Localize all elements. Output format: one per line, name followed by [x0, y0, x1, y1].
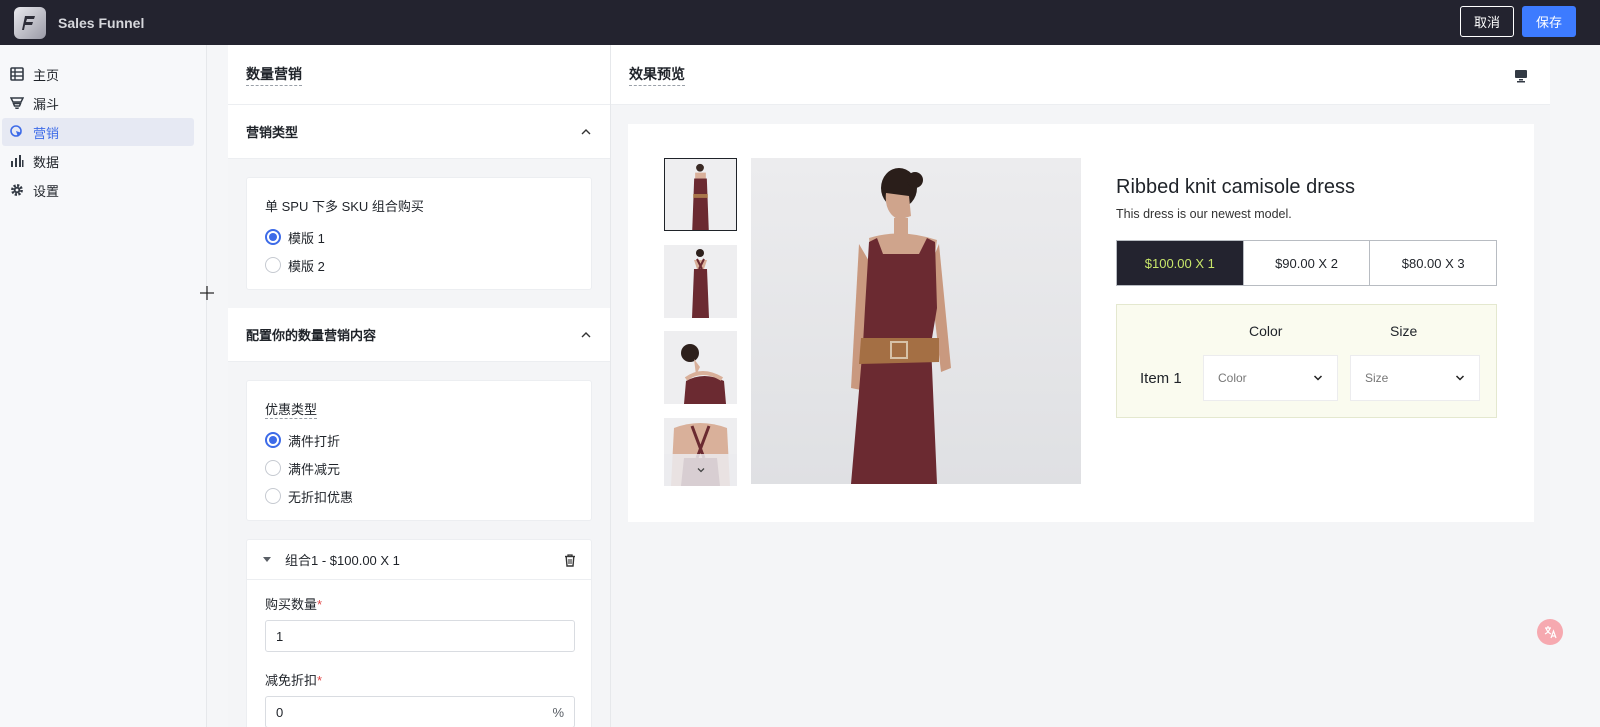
bar-chart-icon [10, 154, 24, 168]
product-thumbnail[interactable] [664, 331, 737, 404]
combo-body: 购买数量* 1 减免折扣* 0% [247, 580, 591, 727]
radio-checked-icon[interactable] [265, 229, 281, 245]
desktop-monitor-icon[interactable] [1514, 69, 1528, 83]
color-select[interactable]: Color [1203, 355, 1338, 401]
chevron-up-icon[interactable] [580, 329, 592, 341]
top-bar: Sales Funnel 取消 保存 [0, 0, 1600, 45]
product-thumbnail[interactable] [664, 245, 737, 318]
sidebar-item-home[interactable]: 主页 [2, 60, 194, 88]
quantity-options: $100.00 X 1 $90.00 X 2 $80.00 X 3 [1116, 240, 1497, 286]
discount-label: 减免折扣* [265, 673, 323, 688]
radio-label: 模版 2 [288, 258, 325, 274]
funnel-icon [10, 96, 24, 110]
item-label: Item 1 [1140, 370, 1182, 387]
chevron-down-icon [1455, 375, 1465, 381]
radio-unchecked-icon[interactable] [265, 460, 281, 476]
sidebar-item-settings[interactable]: 设置 [2, 176, 194, 204]
variant-selector: Color Size Item 1 Color Size [1116, 304, 1497, 418]
radio-no-discount[interactable]: 无折扣优惠 [265, 482, 573, 510]
quantity-option-2[interactable]: $90.00 X 2 [1244, 241, 1371, 285]
section-title: 配置你的数量营销内容 [246, 328, 377, 343]
model-wearing-dress-image [851, 168, 951, 484]
sidebar-item-funnel[interactable]: 漏斗 [2, 89, 194, 117]
gear-icon [10, 183, 24, 197]
radio-template-1[interactable]: 模版 1 [265, 223, 573, 251]
sidebar-item-label: 设置 [33, 183, 60, 199]
preview-panel: 效果预览 Ribbed knit camisole dress This dre… [610, 45, 1550, 727]
radio-label: 无折扣优惠 [288, 489, 354, 505]
model-front-image [665, 159, 736, 230]
qty-label: 购买数量* [265, 597, 323, 612]
product-thumbnail[interactable] [664, 158, 737, 231]
marketing-icon [10, 125, 24, 139]
chevron-down-icon [697, 468, 704, 473]
chevron-up-icon[interactable] [580, 126, 592, 138]
sidebar-item-marketing[interactable]: 营销 [2, 118, 194, 146]
editor-header: 数量营销 [228, 45, 610, 105]
save-button[interactable]: 保存 [1522, 6, 1576, 37]
radio-template-2[interactable]: 模版 2 [265, 251, 573, 279]
sidebar: 主页 漏斗 营销 数据 设置 [0, 45, 207, 727]
radio-label: 满件减元 [288, 461, 341, 477]
sidebar-item-label: 主页 [33, 67, 60, 83]
top-actions: 取消 保存 [1460, 6, 1576, 37]
qty-input[interactable]: 1 [265, 620, 575, 652]
preview-title: 效果预览 [629, 64, 685, 86]
card-title: 优惠类型 [265, 402, 318, 419]
size-select[interactable]: Size [1350, 355, 1480, 401]
percent-suffix: % [552, 704, 564, 720]
card-title: 单 SPU 下多 SKU 组合购买 [265, 199, 424, 214]
discount-input[interactable]: 0% [265, 696, 575, 727]
translate-icon[interactable] [1537, 619, 1563, 645]
radio-label: 模版 1 [288, 230, 325, 246]
config-section-header[interactable]: 配置你的数量营销内容 [228, 308, 610, 362]
combo-header[interactable]: 组合1 - $100.00 X 1 [247, 540, 591, 580]
model-side-image [664, 331, 737, 404]
quantity-option-3[interactable]: $80.00 X 3 [1370, 241, 1496, 285]
caret-down-icon[interactable] [263, 557, 271, 562]
editor-title: 数量营销 [246, 64, 302, 86]
sidebar-item-label: 营销 [33, 125, 60, 141]
size-header: Size [1390, 323, 1418, 339]
radio-checked-icon[interactable] [265, 432, 281, 448]
sidebar-item-label: 数据 [33, 154, 60, 170]
combo-title: 组合1 - $100.00 X 1 [285, 553, 400, 568]
list-icon [10, 67, 24, 81]
combo-card: 组合1 - $100.00 X 1 购买数量* 1 减免折扣* 0% [246, 539, 592, 727]
discount-type-card: 优惠类型 满件打折 满件减元 无折扣优惠 [246, 380, 592, 521]
app-title: Sales Funnel [58, 14, 145, 31]
radio-unchecked-icon[interactable] [265, 257, 281, 273]
thumbnail-scroll-down-button[interactable] [664, 454, 737, 486]
color-header: Color [1249, 323, 1283, 339]
chevron-down-icon [1313, 375, 1323, 381]
sidebar-item-data[interactable]: 数据 [2, 147, 194, 175]
radio-label: 满件打折 [288, 433, 341, 449]
editor-panel: 数量营销 营销类型 单 SPU 下多 SKU 组合购买 模版 1 模版 2 配置… [228, 45, 610, 727]
preview-header: 效果预览 [611, 45, 1550, 105]
radio-full-quantity-discount[interactable]: 满件打折 [265, 426, 573, 454]
cancel-button[interactable]: 取消 [1460, 6, 1514, 37]
product-main-image[interactable] [751, 158, 1081, 484]
sidebar-item-label: 漏斗 [33, 96, 60, 112]
marketing-type-card: 单 SPU 下多 SKU 组合购买 模版 1 模版 2 [246, 177, 592, 290]
crosshair-cursor-icon [200, 286, 214, 300]
trash-icon[interactable] [563, 553, 577, 567]
product-preview-card: Ribbed knit camisole dress This dress is… [628, 124, 1534, 522]
radio-full-quantity-reduction[interactable]: 满件减元 [265, 454, 573, 482]
radio-unchecked-icon[interactable] [265, 488, 281, 504]
logo-icon [22, 15, 35, 30]
product-title: Ribbed knit camisole dress [1116, 176, 1355, 198]
model-back-image [664, 245, 737, 318]
product-description: This dress is our newest model. [1116, 207, 1292, 221]
marketing-type-section-header[interactable]: 营销类型 [228, 105, 610, 159]
app-logo[interactable] [14, 6, 46, 39]
section-title: 营销类型 [246, 125, 299, 140]
quantity-option-1[interactable]: $100.00 X 1 [1117, 241, 1244, 285]
